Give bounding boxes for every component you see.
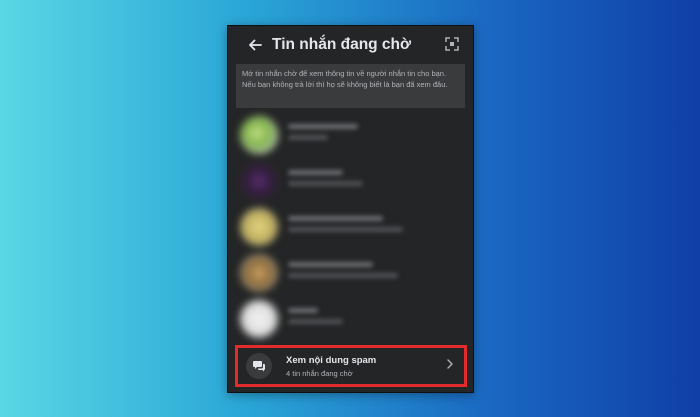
conversation-item[interactable] <box>228 296 473 342</box>
conversation-text-blurred <box>288 124 358 146</box>
avatar <box>240 254 278 292</box>
conversation-item[interactable] <box>228 250 473 296</box>
avatar <box>240 208 278 246</box>
chat-bubbles-icon <box>246 353 272 379</box>
chevron-right-icon <box>446 359 454 372</box>
spam-subtitle: 4 tin nhắn đang chờ <box>286 369 353 378</box>
avatar <box>240 162 278 200</box>
panel-header: Tin nhắn đang chờ <box>228 26 473 63</box>
conversation-item[interactable] <box>228 158 473 204</box>
avatar <box>240 300 278 338</box>
page-title: Tin nhắn đang chờ <box>272 35 412 53</box>
view-spam-button[interactable]: Xem nội dung spam 4 tin nhắn đang chờ <box>235 345 467 387</box>
conversation-text-blurred <box>288 170 363 192</box>
conversation-text-blurred <box>288 308 343 330</box>
arrow-left-icon[interactable] <box>244 34 266 56</box>
pending-messages-panel: Tin nhắn đang chờ Mở tin nhắn chờ để xem… <box>227 25 474 393</box>
avatar <box>240 116 278 154</box>
spam-title: Xem nội dung spam <box>286 355 377 366</box>
conversation-text-blurred <box>288 216 403 238</box>
info-banner: Mở tin nhắn chờ để xem thông tin về ngườ… <box>236 64 465 108</box>
conversation-item[interactable] <box>228 112 473 158</box>
conversation-text-blurred <box>288 262 398 284</box>
conversation-item[interactable] <box>228 204 473 250</box>
expand-icon[interactable] <box>445 37 459 51</box>
